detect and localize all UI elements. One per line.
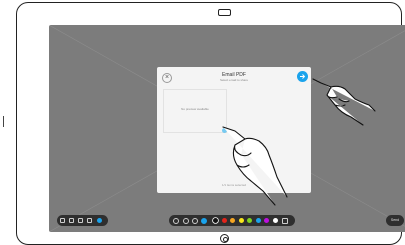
color-swatch[interactable] (221, 218, 227, 223)
left-toolbar (57, 215, 108, 226)
color-swatch[interactable] (213, 218, 218, 223)
color-swatch[interactable] (247, 218, 252, 223)
home-button[interactable] (220, 234, 229, 243)
send-toolbar-button[interactable]: Send (386, 215, 404, 226)
dialog-subtitle: Select email to share (219, 78, 248, 82)
send-arrow-icon (300, 74, 306, 79)
pointing-hand-icon (312, 78, 376, 126)
undo-icon[interactable] (173, 217, 179, 224)
device-frame: × Email PDF Select email to share No pre… (16, 2, 405, 245)
pdf-preview[interactable]: No preview available (163, 89, 227, 133)
brush-icon[interactable] (201, 217, 207, 224)
whiteboard-screen: × Email PDF Select email to share No pre… (49, 25, 405, 232)
copy-icon[interactable] (87, 218, 92, 223)
color-swatch[interactable] (264, 218, 269, 223)
drawing-toolbar (169, 215, 295, 226)
pointing-hand-icon (222, 126, 288, 206)
layers-icon[interactable] (69, 218, 74, 223)
camera-icon (218, 9, 231, 16)
eraser-icon[interactable] (192, 217, 198, 224)
undo-icon[interactable] (60, 218, 65, 223)
pen-icon[interactable] (183, 217, 189, 224)
shape-icon[interactable] (97, 218, 102, 223)
preview-placeholder-text: No preview available (181, 107, 209, 111)
send-button[interactable] (297, 71, 308, 82)
square-icon[interactable] (282, 217, 288, 224)
side-bar-indicator (3, 116, 4, 127)
color-swatch[interactable] (230, 218, 235, 223)
color-swatch[interactable] (255, 218, 261, 223)
color-swatch[interactable] (272, 218, 278, 223)
color-swatch[interactable] (238, 218, 244, 223)
page-icon[interactable] (78, 218, 83, 223)
